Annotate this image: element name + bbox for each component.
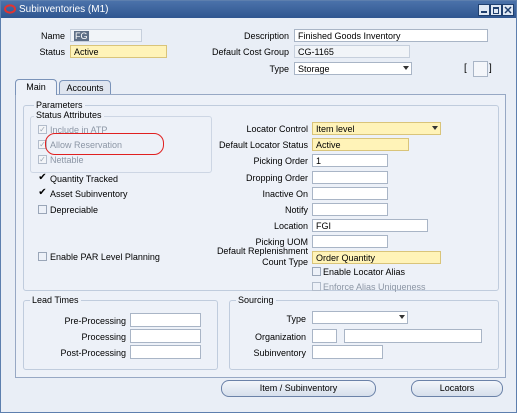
tab-main[interactable]: Main [15,79,57,95]
nettable-checkbox[interactable]: ✓ [38,155,47,164]
folder-bracket-close: ] [489,63,492,74]
par-level-planning-checkbox[interactable] [38,252,47,261]
sourcing-subinventory-label: Subinventory [253,348,306,358]
par-level-planning-label: Enable PAR Level Planning [50,252,160,262]
asset-subinventory-label: Asset Subinventory [50,189,128,199]
default-replenishment-label: Default Replenishment [216,246,308,256]
pre-processing-field[interactable] [130,313,201,327]
cost-group-label: Default Cost Group [211,47,289,57]
sourcing-type-label: Type [286,314,306,324]
locator-control-value: Item level [316,124,355,134]
default-locator-status-field[interactable]: Active [312,138,409,151]
minimize-icon[interactable] [478,4,490,16]
status-label: Status [39,47,65,57]
close-icon[interactable] [502,4,514,16]
type-label: Type [269,64,289,74]
processing-label: Processing [81,332,126,342]
quantity-tracked-checkbox[interactable]: ✔ [38,173,47,183]
description-label: Description [243,31,289,41]
organization-code-field[interactable] [312,329,337,343]
sourcing-title: Sourcing [236,295,276,305]
title-bar: Subinventories (M1) [1,1,516,18]
dropping-order-field[interactable] [312,171,388,184]
organization-name-field[interactable] [344,329,482,343]
chevron-down-icon [399,315,405,319]
tab-accounts[interactable]: Accounts [59,80,111,95]
window-title: Subinventories (M1) [19,4,109,15]
enable-locator-alias-checkbox[interactable] [312,267,321,276]
highlight-annotation [45,133,164,155]
dropping-order-label: Dropping Order [245,173,308,183]
locators-button[interactable]: Locators [411,380,503,397]
oracle-app-icon [4,4,16,14]
pre-processing-label: Pre-Processing [64,316,126,326]
maximize-icon[interactable] [490,4,502,16]
chevron-down-icon [403,66,409,70]
name-label: Name [40,31,65,41]
notify-label: Notify [284,205,308,215]
chevron-down-icon [432,126,438,130]
enable-locator-alias-label: Enable Locator Alias [323,267,406,277]
organization-label: Organization [254,332,306,342]
location-field[interactable]: FGI [312,219,428,232]
sourcing-type-select[interactable] [312,311,408,324]
lead-times-title: Lead Times [30,295,81,305]
item-subinventory-button[interactable]: Item / Subinventory [221,380,376,397]
post-processing-field[interactable] [130,345,201,359]
status-field[interactable]: Active [70,45,167,58]
sourcing-subinventory-field[interactable] [312,345,383,359]
status-attributes-title: Status Attributes [34,110,104,120]
picking-uom-field[interactable] [312,235,388,248]
parameters-title: Parameters [34,100,85,110]
depreciable-label: Depreciable [50,205,99,215]
form-body: Name FG Status Active Description Finish… [1,18,516,412]
cost-group-field[interactable]: CG-1165 [294,45,410,58]
type-select[interactable]: Storage [294,62,412,75]
picking-order-label: Picking Order [253,156,308,166]
picking-order-field[interactable]: 1 [312,154,388,167]
description-field[interactable]: Finished Goods Inventory [294,29,488,42]
inactive-on-label: Inactive On [262,189,308,199]
default-locator-status-label: Default Locator Status [218,140,308,150]
nettable-label: Nettable [50,155,84,165]
subinventories-window: Subinventories (M1) Name FG Status Activ… [0,0,517,413]
enforce-alias-uniqueness-label: Enforce Alias Uniqueness [323,282,426,292]
asset-subinventory-checkbox[interactable]: ✔ [38,188,47,198]
inactive-on-field[interactable] [312,187,388,200]
enforce-alias-uniqueness-checkbox[interactable] [312,282,321,291]
type-value: Storage [298,64,330,74]
post-processing-label: Post-Processing [60,348,126,358]
depreciable-checkbox[interactable] [38,205,47,214]
count-type-label: Count Type [262,257,308,267]
locator-control-label: Locator Control [246,124,308,134]
location-label: Location [273,221,308,231]
folder-bracket: [ [464,63,468,74]
notify-field[interactable] [312,203,388,216]
replenishment-count-type-field[interactable]: Order Quantity [312,251,441,264]
name-field[interactable]: FG [70,29,142,42]
locator-control-select[interactable]: Item level [312,122,441,135]
quantity-tracked-label: Quantity Tracked [50,174,119,184]
processing-field[interactable] [130,329,201,343]
name-value: FG [74,31,89,41]
include-in-atp-checkbox[interactable]: ✓ [38,125,47,134]
descriptive-flexfield[interactable] [473,61,488,77]
